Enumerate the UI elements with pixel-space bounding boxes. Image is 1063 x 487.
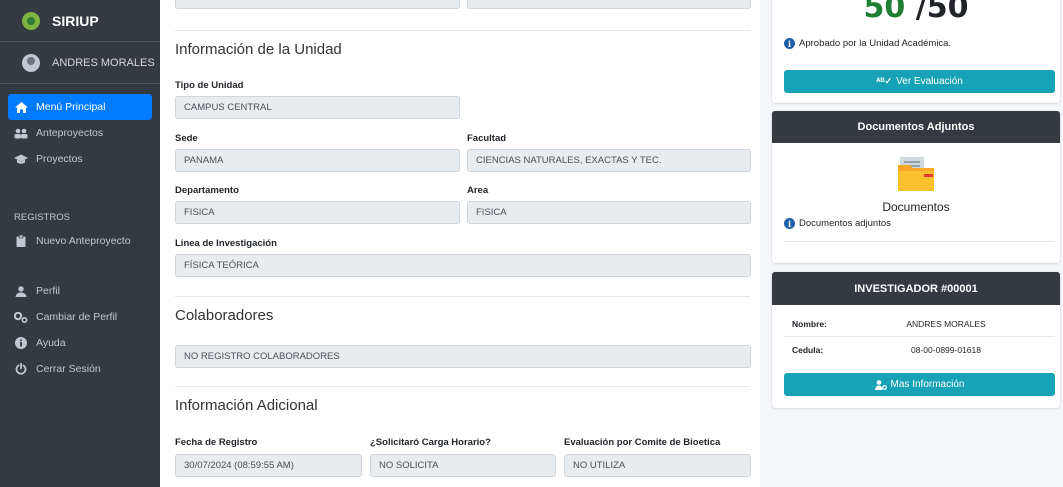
power-off-icon <box>14 363 28 375</box>
documentos-note-text: Documentos adjuntos <box>799 218 891 229</box>
documentos-card: Documentos Adjuntos Documentos i Documen… <box>772 111 1060 263</box>
evaluation-status-text: Aprobado por la Unidad Académica. <box>799 38 952 49</box>
sidebar-item-cerrar-sesion[interactable]: Cerrar Sesión <box>8 356 152 382</box>
mas-informacion-label: Mas Información <box>890 379 965 390</box>
info-circle-icon <box>14 337 28 349</box>
cedula-label: Cedula: <box>792 345 824 355</box>
fecha-registro-label: Fecha de Registro <box>175 437 258 448</box>
sidebar-item-label: Cerrar Sesión <box>36 363 101 375</box>
section-title-adicional: Información Adicional <box>175 397 318 414</box>
graduation-cap-icon <box>14 153 28 165</box>
tipo-unidad-label: Tipo de Unidad <box>175 80 244 91</box>
carga-horario-field: NO SOLICITA <box>370 454 556 477</box>
section-title-unidad: Información de la Unidad <box>175 41 342 58</box>
avatar <box>22 53 40 72</box>
main-content: Información de la Unidad Tipo de Unidad … <box>160 0 760 487</box>
divider <box>175 386 750 387</box>
fecha-registro-field: 30/07/2024 (08:59:55 AM) <box>175 454 362 477</box>
area-label: Area <box>467 185 489 196</box>
evaluation-score: 50 /50 <box>772 0 1060 25</box>
sidebar-item-nuevo-anteproyecto[interactable]: Nuevo Anteproyecto <box>8 228 152 254</box>
sidebar-nav-account: Perfil Cambiar de Perfil Ayuda Cerrar Se… <box>0 278 160 382</box>
sidebar-section-header: REGISTROS <box>14 211 70 223</box>
user-name: ANDRES MORALES <box>52 56 155 69</box>
cut-off-field-left <box>175 0 460 9</box>
folder-icon[interactable] <box>896 153 936 193</box>
brand-title: SIRIUP <box>52 12 99 29</box>
divider <box>784 241 1055 242</box>
sidebar-item-label: Cambiar de Perfil <box>36 311 118 323</box>
linea-investigacion-label: Linea de Investigación <box>175 238 277 249</box>
sidebar-nav-registros: Nuevo Anteproyecto <box>0 228 160 254</box>
tipo-unidad-field: CAMPUS CENTRAL <box>175 96 460 119</box>
cedula-value: 08-00-0899-01618 <box>911 345 981 355</box>
evaluation-score-obtained: 50 <box>863 0 916 25</box>
users-icon <box>14 127 28 139</box>
colaboradores-field: NO REGISTRO COLABORADORES <box>175 345 751 368</box>
info-icon: i <box>784 38 795 49</box>
info-icon: i <box>784 218 795 229</box>
nombre-label: Nombre: <box>792 319 827 329</box>
sidebar-item-label: Ayuda <box>36 337 66 349</box>
folder-label[interactable]: Documentos <box>772 200 1060 214</box>
right-column: 50 /50 i Aprobado por la Unidad Académic… <box>760 0 1063 487</box>
user-cog-icon <box>874 379 887 390</box>
ver-evaluacion-label: Ver Evaluación <box>896 76 963 87</box>
bioetica-label: Evaluación por Comite de Bioetica <box>564 437 721 448</box>
clipboard-icon <box>14 235 28 247</box>
sidebar-item-cambiar-perfil[interactable]: Cambiar de Perfil <box>8 304 152 330</box>
facultad-field: CIENCIAS NATURALES, EXACTAS Y TEC. <box>467 149 751 172</box>
evaluation-score-total: /50 <box>915 0 969 25</box>
departamento-label: Departamento <box>175 185 239 196</box>
divider <box>175 296 750 297</box>
sidebar-item-proyectos[interactable]: Proyectos <box>8 146 152 172</box>
departamento-field: FISICA <box>175 201 460 224</box>
sidebar-item-label: Nuevo Anteproyecto <box>36 235 131 247</box>
brand[interactable]: SIRIUP <box>0 0 160 42</box>
documentos-note: i Documentos adjuntos <box>784 218 891 229</box>
nombre-value: ANDRES MORALES <box>906 319 986 329</box>
spell-check-icon: ᴬᴮ✓ <box>876 76 893 86</box>
linea-investigacion-field: FÍSICA TEÓRICA <box>175 254 751 277</box>
area-field: FISICA <box>467 201 751 224</box>
sidebar-item-label: Perfil <box>36 285 60 297</box>
brand-logo-icon <box>22 11 40 30</box>
sede-label: Sede <box>175 133 198 144</box>
facultad-label: Facultad <box>467 133 507 144</box>
sidebar-item-perfil[interactable]: Perfil <box>8 278 152 304</box>
sidebar-item-anteproyectos[interactable]: Anteproyectos <box>8 120 152 146</box>
ver-evaluacion-button[interactable]: ᴬᴮ✓ Ver Evaluación <box>784 70 1055 93</box>
sidebar-item-label: Proyectos <box>36 153 83 165</box>
cut-off-field-right <box>467 0 751 9</box>
documentos-header: Documentos Adjuntos <box>772 111 1060 143</box>
sidebar: SIRIUP ANDRES MORALES Menú Principal Ant… <box>0 0 160 487</box>
evaluation-card: 50 /50 i Aprobado por la Unidad Académic… <box>772 0 1060 103</box>
mas-informacion-button[interactable]: Mas Información <box>784 373 1055 396</box>
home-icon <box>14 101 28 113</box>
sidebar-item-label: Menú Principal <box>36 101 106 113</box>
sidebar-nav: Menú Principal Anteproyectos Proyectos <box>0 94 160 172</box>
sidebar-item-menu-principal[interactable]: Menú Principal <box>8 94 152 120</box>
user-icon <box>14 285 28 297</box>
investigador-header: INVESTIGADOR #00001 <box>772 272 1060 305</box>
bioetica-field: NO UTILIZA <box>564 454 751 477</box>
carga-horario-label: ¿Solicitaró Carga Horario? <box>370 437 491 448</box>
sidebar-item-ayuda[interactable]: Ayuda <box>8 330 152 356</box>
project-detail-card: Información de la Unidad Tipo de Unidad … <box>160 0 760 487</box>
evaluation-status: i Aprobado por la Unidad Académica. <box>784 38 951 49</box>
divider <box>175 30 750 31</box>
sidebar-item-label: Anteproyectos <box>36 127 104 139</box>
investigador-card: INVESTIGADOR #00001 Nombre: ANDRES MORAL… <box>772 272 1060 408</box>
cogs-icon <box>14 311 28 323</box>
user-panel[interactable]: ANDRES MORALES <box>0 42 160 84</box>
sede-field: PANAMA <box>175 149 460 172</box>
section-title-colaboradores: Colaboradores <box>175 307 274 324</box>
divider <box>784 336 1055 337</box>
